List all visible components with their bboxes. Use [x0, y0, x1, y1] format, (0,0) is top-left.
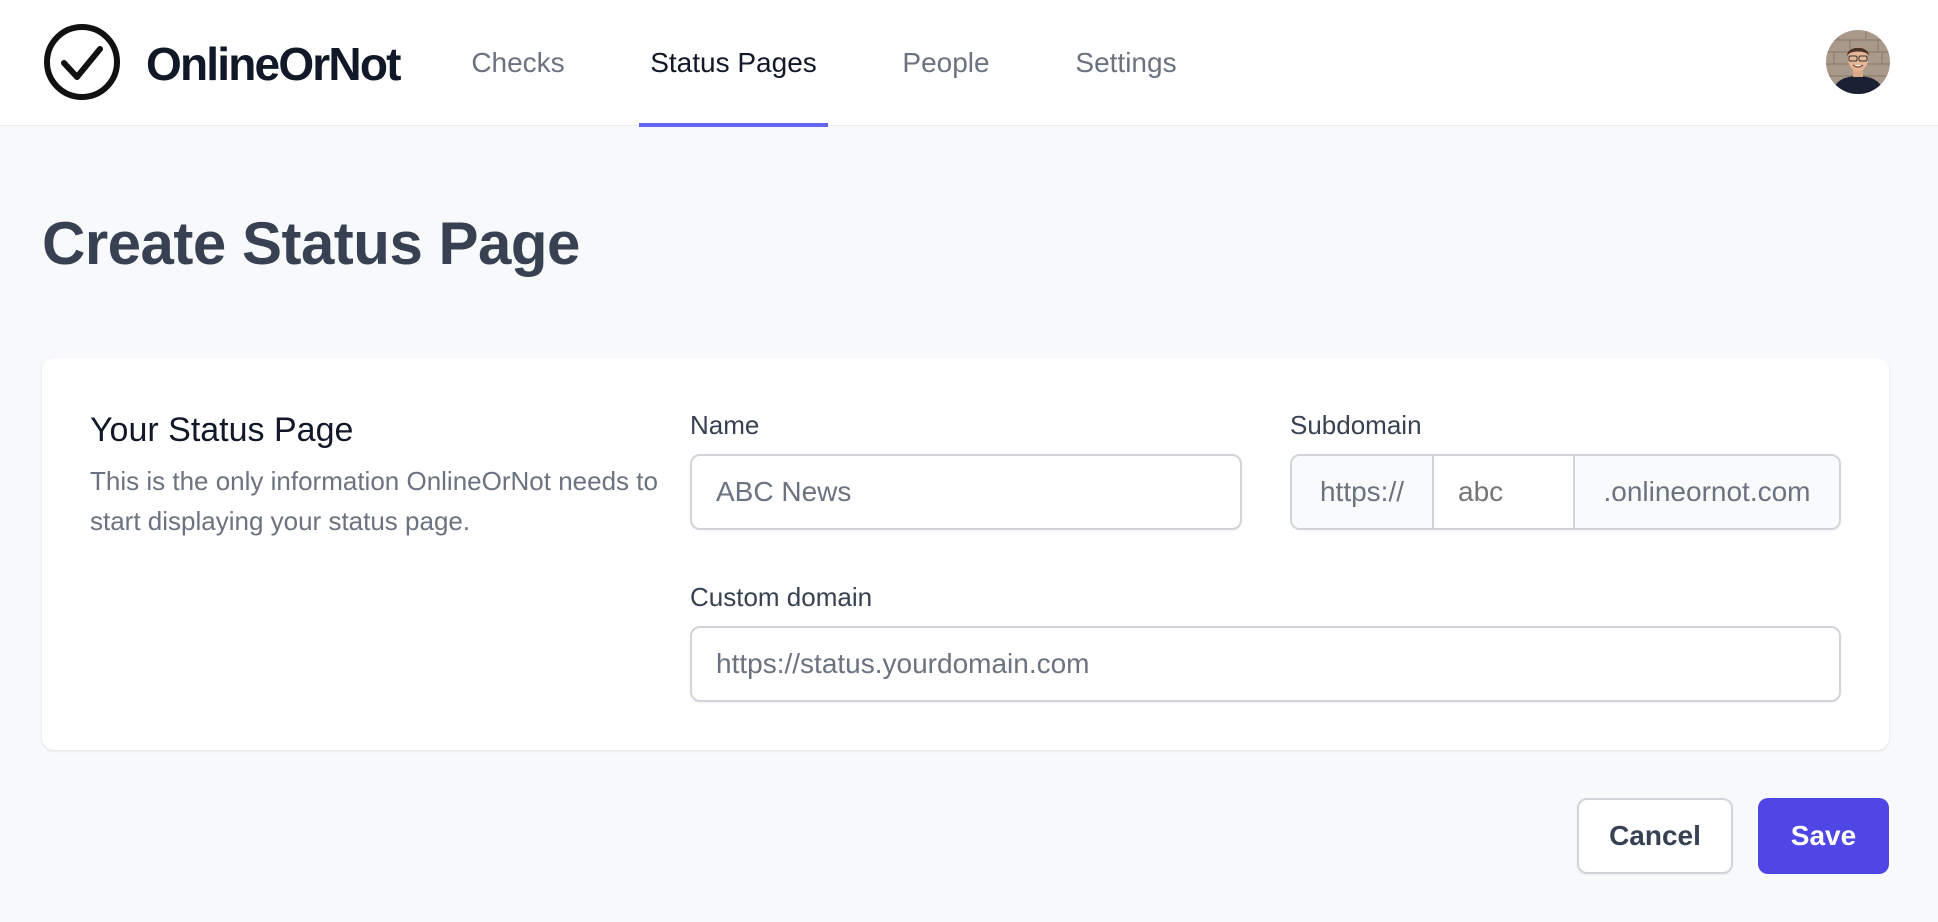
page-title: Create Status Page — [42, 210, 580, 277]
nav-tab-status-pages[interactable]: Status Pages — [639, 0, 828, 127]
subdomain-input[interactable] — [1434, 456, 1573, 528]
custom-domain-input[interactable] — [690, 626, 1841, 702]
nav-tab-people[interactable]: People — [900, 0, 992, 126]
top-nav-bar: OnlineOrNot Checks Status Pages People S… — [0, 0, 1938, 127]
avatar-photo-icon — [1826, 30, 1890, 94]
subdomain-label: Subdomain — [1290, 410, 1422, 440]
section-description: This is the only information OnlineOrNot… — [90, 466, 658, 536]
user-avatar[interactable] — [1826, 30, 1890, 94]
subdomain-prefix: https:// — [1292, 456, 1434, 528]
status-page-form-card: Your Status Page This is the only inform… — [42, 358, 1889, 750]
nav-tab-label: Checks — [471, 47, 565, 78]
cancel-button[interactable]: Cancel — [1577, 798, 1733, 874]
name-input[interactable] — [690, 454, 1242, 530]
save-button[interactable]: Save — [1758, 798, 1889, 874]
nav-tab-label: Status Pages — [650, 47, 817, 78]
nav-tab-checks[interactable]: Checks — [468, 0, 568, 126]
nav-tab-settings[interactable]: Settings — [1070, 0, 1182, 126]
nav-tab-label: Settings — [1075, 47, 1177, 78]
subdomain-suffix: .onlineornot.com — [1573, 456, 1839, 528]
custom-domain-label: Custom domain — [690, 582, 873, 612]
name-label: Name — [690, 410, 760, 440]
app-logo-text[interactable]: OnlineOrNot — [146, 34, 401, 94]
subdomain-input-group: https:// .onlineornot.com — [1290, 454, 1841, 530]
active-tab-indicator — [639, 123, 828, 127]
section-title: Your Status Page — [90, 411, 354, 449]
check-circle-icon[interactable] — [42, 22, 122, 102]
nav-tab-label: People — [902, 47, 990, 78]
